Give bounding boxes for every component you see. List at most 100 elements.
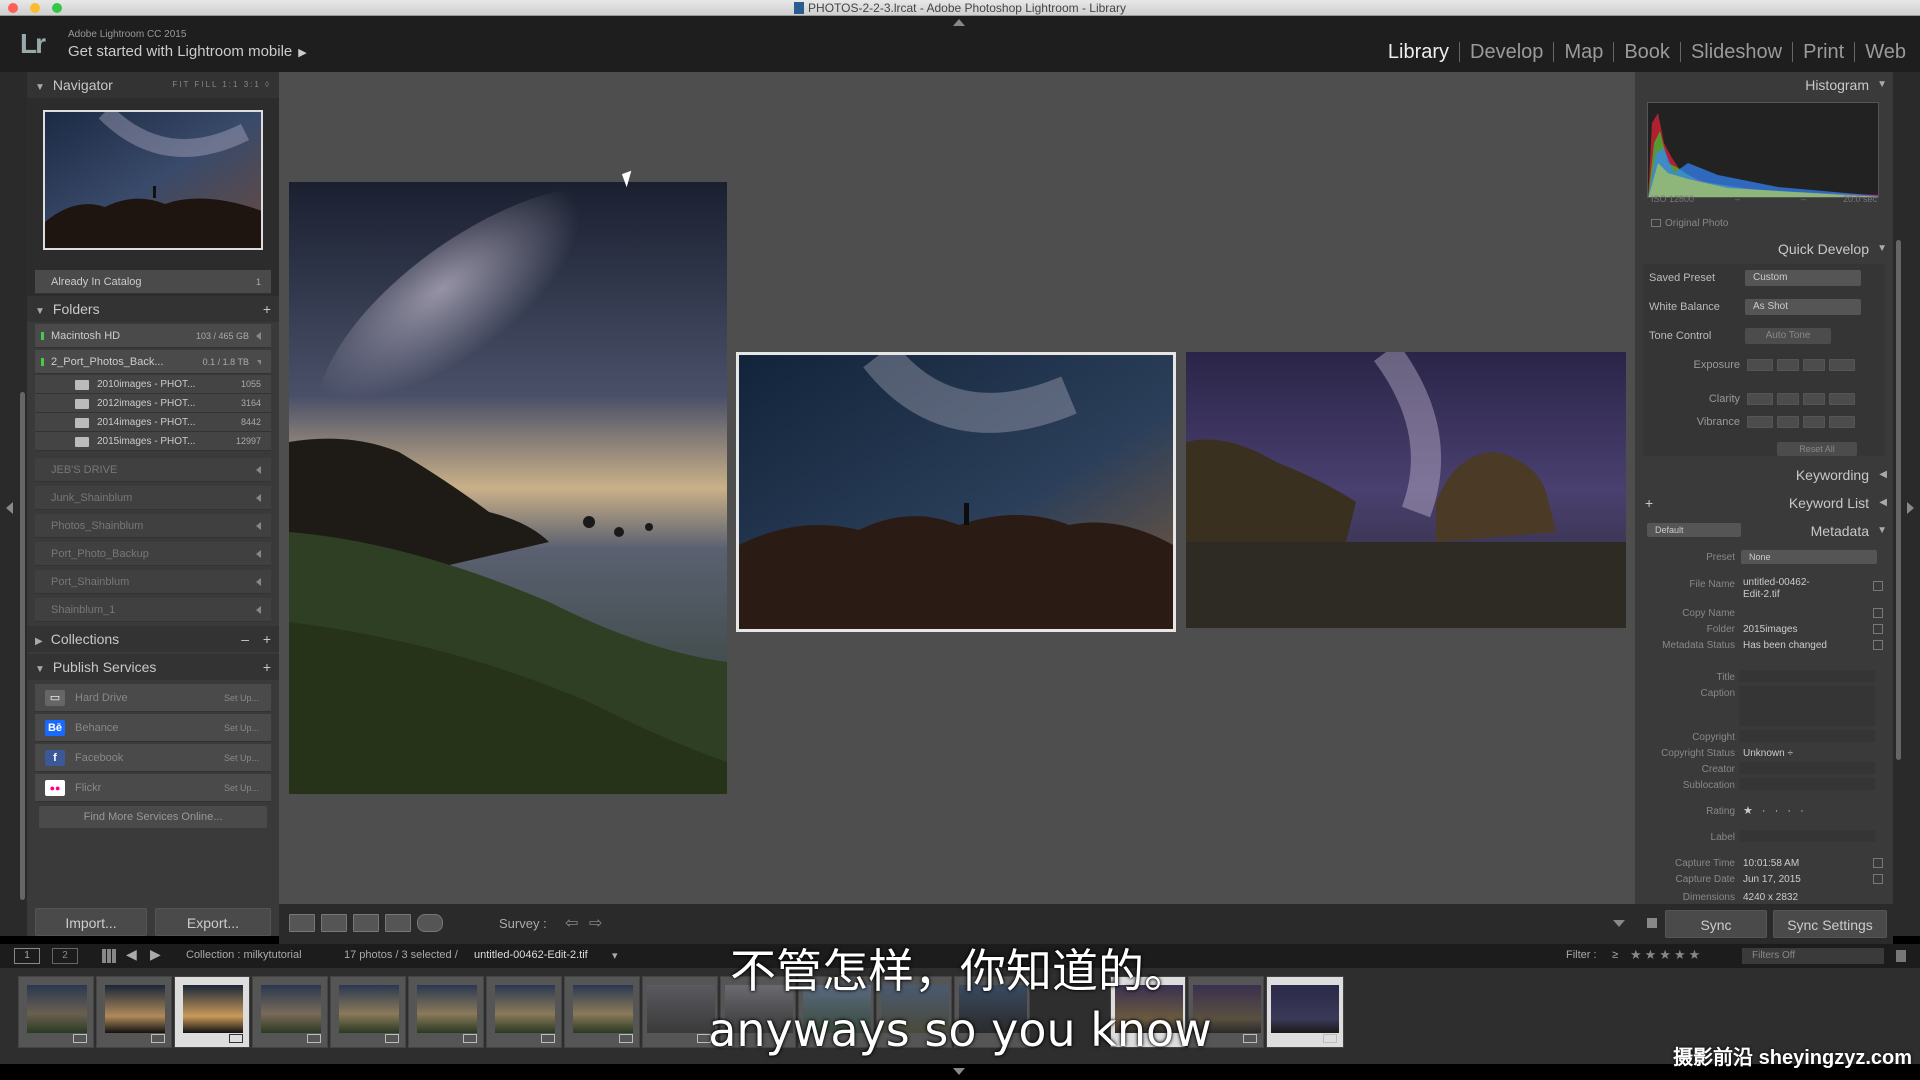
collapse-icon[interactable]: [256, 466, 261, 474]
sync-button[interactable]: Sync: [1665, 910, 1767, 938]
volume-offline[interactable]: JEB'S DRIVE: [35, 458, 271, 482]
sublocation-field[interactable]: [1739, 778, 1875, 790]
volume-port-photos[interactable]: 2_Port_Photos_Back... 0.1 / 1.8 TB: [35, 350, 271, 374]
volume-offline[interactable]: Shainblum_1: [35, 598, 271, 622]
publish-service-hard-drive[interactable]: ▭ Hard Drive Set Up...: [35, 684, 271, 712]
copyright-field[interactable]: [1739, 730, 1875, 742]
module-map[interactable]: Map: [1554, 42, 1615, 62]
volume-offline[interactable]: Port_Shainblum: [35, 570, 271, 594]
survey-photo-2-active[interactable]: [736, 352, 1176, 632]
volume-offline[interactable]: Port_Photo_Backup: [35, 542, 271, 566]
setup-link[interactable]: Set Up...: [224, 744, 259, 772]
folder-2010images[interactable]: 2010images - PHOT... 1055: [35, 375, 271, 394]
vibrance-decrease-large-button[interactable]: [1747, 416, 1773, 428]
edit-capture-time-icon[interactable]: [1873, 858, 1883, 868]
file-name-value[interactable]: untitled-00462- Edit-2.tif: [1743, 577, 1863, 601]
collapse-right-icon[interactable]: [1907, 502, 1914, 514]
metadata-view-select[interactable]: Default: [1647, 523, 1741, 537]
survey-photo-3[interactable]: [1186, 352, 1626, 628]
rating-stars[interactable]: ★ · · · ·: [1743, 804, 1807, 817]
module-book[interactable]: Book: [1614, 42, 1681, 62]
publish-service-flickr[interactable]: ●● Flickr Set Up...: [35, 774, 271, 802]
metadata-status-icon[interactable]: [1873, 640, 1883, 650]
reset-all-button[interactable]: Reset All: [1777, 442, 1857, 456]
volume-macintosh-hd[interactable]: Macintosh HD 103 / 465 GB: [35, 324, 271, 348]
copy-name-icon[interactable]: [1873, 608, 1883, 618]
exposure-decrease-large-button[interactable]: [1747, 359, 1773, 371]
collapse-icon[interactable]: [256, 522, 261, 530]
add-publish-service-icon[interactable]: +: [263, 654, 271, 680]
volume-offline[interactable]: Photos_Shainblum: [35, 514, 271, 538]
sync-settings-button[interactable]: Sync Settings: [1773, 910, 1887, 938]
histogram-header[interactable]: Histogram ▼: [1635, 72, 1893, 98]
bottom-panel-toggle-icon[interactable]: [953, 1068, 965, 1075]
already-in-catalog[interactable]: Already In Catalog 1: [35, 270, 271, 294]
vibrance-increase-large-button[interactable]: [1829, 416, 1855, 428]
module-library[interactable]: Library: [1378, 42, 1461, 62]
keyword-list-header[interactable]: + Keyword List ◀: [1635, 490, 1893, 516]
copyright-status-select[interactable]: Unknown ÷: [1743, 748, 1793, 759]
left-panel-scrollbar[interactable]: [20, 392, 25, 900]
clarity-increase-large-button[interactable]: [1829, 393, 1855, 405]
compare-view-icon[interactable]: [353, 914, 379, 932]
original-photo-checkbox[interactable]: Original Photo: [1651, 218, 1728, 229]
edit-capture-date-icon[interactable]: [1873, 874, 1883, 884]
module-web[interactable]: Web: [1855, 42, 1908, 62]
label-field[interactable]: [1739, 830, 1875, 842]
folder-2014images[interactable]: 2014images - PHOT... 8442: [35, 413, 271, 432]
metadata-preset-select[interactable]: None: [1741, 550, 1877, 564]
setup-link[interactable]: Set Up...: [224, 774, 259, 802]
collapse-icon[interactable]: [256, 332, 261, 340]
title-field[interactable]: [1739, 670, 1875, 682]
collapse-icon[interactable]: [256, 494, 261, 502]
import-button[interactable]: Import...: [35, 908, 147, 936]
folders-header[interactable]: ▼ Folders +: [27, 296, 279, 322]
vibrance-increase-button[interactable]: [1803, 416, 1825, 428]
module-slideshow[interactable]: Slideshow: [1681, 42, 1794, 62]
collapse-icon[interactable]: [256, 578, 261, 586]
publish-services-header[interactable]: ▼ Publish Services +: [27, 654, 279, 680]
keywording-header[interactable]: Keywording ◀: [1635, 462, 1893, 488]
people-view-icon[interactable]: [417, 914, 443, 932]
grid-view-icon[interactable]: [289, 914, 315, 932]
add-folder-icon[interactable]: +: [263, 296, 271, 322]
auto-tone-button[interactable]: Auto Tone: [1745, 328, 1831, 344]
navigator-zoom-options[interactable]: FIT FILL 1:1 3:1 ◊: [172, 72, 271, 98]
auto-sync-switch[interactable]: [1647, 918, 1657, 928]
export-button[interactable]: Export...: [155, 908, 271, 936]
next-photo-icon[interactable]: ⇨: [589, 913, 602, 933]
vibrance-decrease-button[interactable]: [1777, 416, 1799, 428]
volume-offline[interactable]: Junk_Shainblum: [35, 486, 271, 510]
previous-photo-icon[interactable]: ⇦: [565, 913, 578, 933]
navigator-header[interactable]: ▼ Navigator FIT FILL 1:1 3:1 ◊: [27, 72, 279, 98]
collections-header[interactable]: ▶ Collections – +: [27, 626, 279, 652]
clarity-increase-button[interactable]: [1803, 393, 1825, 405]
toolbar-options-icon[interactable]: [1613, 920, 1625, 927]
remove-collection-icon[interactable]: –: [241, 626, 249, 652]
add-keyword-icon[interactable]: +: [1645, 490, 1653, 516]
exposure-increase-button[interactable]: [1803, 359, 1825, 371]
survey-photo-1[interactable]: [289, 182, 727, 794]
metadata-header[interactable]: Default Metadata ▼: [1635, 518, 1893, 544]
publish-service-facebook[interactable]: f Facebook Set Up...: [35, 744, 271, 772]
publish-service-behance[interactable]: Bē Behance Set Up...: [35, 714, 271, 742]
exposure-decrease-button[interactable]: [1777, 359, 1799, 371]
histogram-graph[interactable]: [1647, 102, 1879, 198]
rename-icon[interactable]: [1873, 581, 1883, 591]
navigator-preview[interactable]: [43, 110, 263, 250]
top-panel-toggle-icon[interactable]: [953, 19, 965, 26]
loupe-view-icon[interactable]: [321, 914, 347, 932]
quick-develop-header[interactable]: Quick Develop ▼: [1635, 236, 1893, 262]
right-panel-scrollbar[interactable]: [1896, 240, 1901, 760]
folder-2015images[interactable]: 2015images - PHOT... 12997: [35, 432, 271, 451]
module-print[interactable]: Print: [1793, 42, 1856, 62]
creator-field[interactable]: [1739, 762, 1875, 774]
expand-icon[interactable]: [257, 360, 261, 365]
folder-2012images[interactable]: 2012images - PHOT... 3164: [35, 394, 271, 413]
add-collection-icon[interactable]: +: [263, 626, 271, 652]
setup-link[interactable]: Set Up...: [224, 684, 259, 712]
collapse-icon[interactable]: [256, 606, 261, 614]
clarity-decrease-large-button[interactable]: [1747, 393, 1773, 405]
saved-preset-select[interactable]: Custom: [1745, 270, 1861, 286]
collapse-left-icon[interactable]: [6, 502, 13, 514]
